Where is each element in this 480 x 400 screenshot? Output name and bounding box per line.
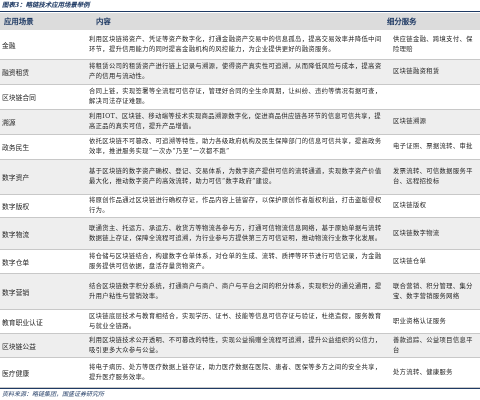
row-content: 将仓储与区块链结合，构建数字仓单体系，对仓单的生成、流转、质押等环节进行可信记录…: [89, 252, 382, 270]
row-content: 将电子病历、处方等医疗数据上链存证，助力医疗数据在医院、患者、医保等多方之间的安…: [89, 363, 382, 381]
table-row: 数字版权 将原创作品通过区块链进行确权存证，作品内容上链留存，以保护原创作者版权…: [0, 195, 480, 218]
row-service: 区块链融资租赁: [393, 68, 440, 75]
row-service: 区块链仓单: [393, 257, 427, 265]
footer-divider: [0, 388, 480, 389]
row-scene: 融资租赁: [2, 69, 30, 77]
table-row: 医疗健康 将电子病历、处方等医疗数据上链存证，助力医疗数据在医院、患者、医保等多…: [0, 358, 480, 388]
row-content: 利用IOT、区块链、移动端等技术实现商品溯源数字化，促进商品供应链各环节的信息可…: [89, 113, 382, 130]
report-page: 图表3：略链技术应用场景举例 应用场景 内容 细分服务 金融 利用区块链将资产、…: [0, 0, 480, 400]
figure-caption: 图表3：略链技术应用场景举例: [2, 1, 90, 9]
row-scene: 医疗健康: [2, 369, 30, 378]
header-scene: 应用场景: [4, 17, 34, 26]
table-row: 政务民生 依托区块链不可篡改、可追溯等特性，助力各级政府机构及民生保障部门的信息…: [0, 135, 480, 160]
table-row: 区块链合同 合同上链，实现签署等全流程可信存证，管理好合同的全生命周期，让纠纷、…: [0, 85, 480, 110]
row-service: 电子证照、票据流转、审批: [393, 143, 473, 150]
table-row: 教育职业认证 区块链底层技术与教育相结合，实现学历、证书、技能等信息可信存证与验…: [0, 310, 480, 334]
row-content: 依托区块链不可篡改、可追溯等特性，助力各级政府机构及民生保障部门的信息可信共享，…: [89, 138, 382, 155]
row-scene: 金融: [2, 42, 16, 50]
row-scene: 数字资产: [2, 174, 30, 182]
row-content: 将原创作品通过区块链进行确权存证，作品内容上链留存，以保护原创作者版权利益，打击…: [89, 197, 382, 214]
row-content: 联通货主、托运方、承运方、收货方等物流各参与方，打通可信物流信息网络，基于原始单…: [89, 224, 382, 242]
table-row: 溯源 利用IOT、区块链、移动端等技术实现商品溯源数字化，促进商品供应链各环节的…: [0, 110, 480, 135]
table-row: 数字仓单 将仓储与区块链结合，构建数字仓单体系，对仓单的生成、流转、质押等环节进…: [0, 250, 480, 274]
row-scene: 数字营销: [2, 288, 30, 297]
row-service: [389, 85, 480, 109]
scenario-table: 金融 利用区块链将资产、凭证等资产数字化，打通金融资产交易中的信息孤岛，提高交易…: [0, 31, 480, 388]
table-row: 区块链公益 利用区块链技术公开透明、不可篡改的特性，实现公益捐赠全流程可追溯，提…: [0, 334, 480, 358]
row-service: 处方流转、健康服务: [393, 368, 453, 376]
row-service: 区块链溯源: [393, 118, 427, 125]
row-content: 结合区块链数字积分系统，打通商户与商户、商户与平台之间的积分体系，实现积分的通兑…: [89, 282, 382, 300]
row-content: 基于区块链的数字资产确权、登记、交易体系，为数字资产提供可信的流转通道，实现数字…: [89, 168, 382, 185]
table-header: 应用场景 内容 细分服务: [0, 13, 480, 30]
row-service: 区块链数字物流: [393, 229, 440, 237]
row-content: 将租赁公司的租赁资产进行链上记录与溯源，使得资产真实性可追溯，从而降低风险与成本…: [89, 63, 382, 80]
row-scene: 数字版权: [2, 203, 30, 211]
row-scene: 溯源: [2, 119, 16, 127]
header-service: 细分服务: [387, 17, 417, 26]
table-row: 数字物流 联通货主、托运方、承运方、收货方等物流各参与方，打通可信物流信息网络，…: [0, 218, 480, 250]
row-content: 利用区块链将资产、凭证等资产数字化，打通金融资产交易中的信息孤岛，提高交易效率并…: [89, 36, 382, 53]
header-content: 内容: [96, 17, 111, 26]
row-service: 联合营销、积分管理、集分宝、数字营销服务网络: [393, 282, 473, 300]
row-scene: 区块链公益: [2, 342, 36, 351]
row-scene: 区块链合同: [2, 94, 36, 102]
row-scene: 数字物流: [2, 230, 30, 239]
table-row: 数字资产 基于区块链的数字资产确权、登记、交易体系，为数字资产提供可信的流转通道…: [0, 160, 480, 195]
row-content: 区块链底层技术与教育相结合，实现学历、证书、技能等信息可信存证与验证，杜绝造假，…: [89, 312, 382, 330]
table-row: 数字营销 结合区块链数字积分系统，打通商户与商户、商户与平台之间的积分体系，实现…: [0, 274, 480, 310]
table-row: 融资租赁 将租赁公司的租赁资产进行链上记录与溯源，使得资产真实性可追溯，从而降低…: [0, 60, 480, 85]
table-row: 金融 利用区块链将资产、凭证等资产数字化，打通金融资产交易中的信息孤岛，提高交易…: [0, 31, 480, 60]
row-service: 职业资格认证服务: [393, 317, 447, 325]
row-scene: 数字仓单: [2, 258, 30, 267]
row-content: 合同上链，实现签署等全流程可信存证，管理好合同的全生命周期，让纠纷、违约等情况有…: [89, 88, 382, 105]
row-content: 利用区块链技术公开透明、不可篡改的特性，实现公益捐赠全流程可追溯，提升公益组织的…: [89, 336, 382, 354]
row-scene: 教育职业认证: [2, 318, 43, 327]
row-service: 善款追踪、公益项目信息平台: [393, 336, 473, 354]
source-note: 资料来源：略链集团，国盛证券研究所: [2, 391, 105, 398]
row-service: 区块链版权: [393, 202, 427, 209]
caption-divider: [0, 11, 480, 12]
row-service: 发票流转、可信数据服务平台、远程招投标: [393, 168, 473, 185]
row-service: 供应链金融、跨境支付、保险理赔: [393, 36, 473, 53]
row-scene: 政务民生: [2, 144, 30, 152]
